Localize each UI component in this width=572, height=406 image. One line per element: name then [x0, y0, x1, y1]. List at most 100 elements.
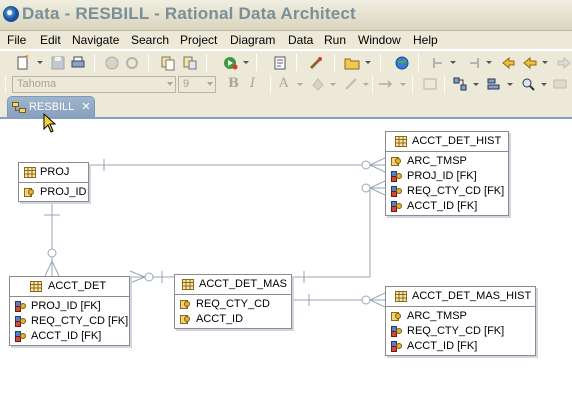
column-row[interactable]: PROJ_ID [FK]	[10, 299, 129, 314]
zoom-dropdown-icon[interactable]	[541, 83, 547, 86]
column-row[interactable]: PROJ_ID [FK]	[386, 169, 508, 184]
column-row[interactable]: ARC_TMSP	[386, 154, 508, 169]
back-dropdown-icon[interactable]	[542, 61, 548, 64]
select-all-icon[interactable]	[422, 76, 438, 92]
font-name-value: Tahoma	[17, 78, 57, 90]
chevron-down-icon	[167, 82, 173, 86]
prev-annotation-dropdown-icon[interactable]	[486, 61, 492, 64]
font-name-combo[interactable]: Tahoma	[12, 76, 176, 93]
fill-color-icon[interactable]	[310, 76, 326, 92]
menu-help[interactable]: Help	[413, 33, 438, 47]
menu-window[interactable]: Window	[358, 33, 401, 47]
align-dropdown-icon[interactable]	[507, 83, 513, 86]
foreign-key-icon	[391, 201, 402, 212]
entity-acct-det[interactable]: ACCT_DET PROJ_ID [FK] REQ_CTY_CD [FK] AC…	[9, 276, 130, 346]
next-annotation-dropdown-icon[interactable]	[450, 61, 456, 64]
arrange-all-icon[interactable]	[452, 76, 468, 92]
column-row[interactable]: ACCT_ID [FK]	[10, 329, 129, 344]
open-dropdown-icon[interactable]	[365, 61, 371, 64]
more-tools-icon[interactable]	[552, 76, 568, 92]
column-label: REQ_CTY_CD [FK]	[31, 315, 129, 327]
line-color-icon[interactable]	[343, 76, 359, 92]
copy-model-icon[interactable]	[160, 55, 176, 71]
relationship-acct-det-mas-acct-det-hist	[292, 180, 386, 283]
close-icon[interactable]: ✕	[80, 100, 92, 114]
window-title: Data - RESBILL - Rational Data Architect	[22, 4, 356, 23]
column-row[interactable]: ACCT_ID	[175, 312, 291, 327]
task-icon[interactable]	[272, 55, 288, 71]
column-label: REQ_CTY_CD [FK]	[407, 325, 505, 337]
line-style-dropdown-icon[interactable]	[400, 83, 406, 86]
column-row[interactable]: REQ_CTY_CD	[175, 297, 291, 312]
column-row[interactable]: REQ_CTY_CD [FK]	[10, 314, 129, 329]
print-icon[interactable]	[70, 55, 86, 71]
column-label: ACCT_ID [FK]	[407, 340, 478, 352]
column-row[interactable]: PROJ_ID	[19, 185, 88, 200]
title-bar: Data - RESBILL - Rational Data Architect	[0, 0, 572, 31]
zoom-icon[interactable]	[520, 76, 536, 92]
column-label: ACCT_ID [FK]	[407, 200, 478, 212]
toolbar-separator	[412, 76, 413, 93]
font-color-dropdown-icon[interactable]	[297, 83, 303, 86]
toolbar-separator	[296, 54, 297, 71]
menu-project[interactable]: Project	[180, 33, 217, 47]
entity-acct-det-hist[interactable]: ACCT_DET_HIST ARC_TMSP PROJ_ID [FK] REQ_…	[385, 131, 509, 216]
entity-name: ACCT_DET_MAS_HIST	[412, 290, 532, 302]
table-icon	[395, 291, 407, 302]
diagram-icon	[12, 102, 26, 113]
arrange-dropdown-icon[interactable]	[473, 83, 479, 86]
layout-icon[interactable]	[104, 55, 120, 71]
column-row[interactable]: ACCT_ID [FK]	[386, 199, 508, 214]
bold-button[interactable]: B	[228, 76, 239, 91]
save-icon[interactable]	[50, 55, 66, 71]
next-annotation-icon[interactable]	[430, 55, 446, 71]
column-label: REQ_CTY_CD	[196, 298, 270, 310]
column-row[interactable]: ARC_TMSP	[386, 309, 535, 324]
relationship-acct-det-mas-acct-det-mas-hist	[292, 292, 386, 308]
line-style-icon[interactable]	[378, 76, 394, 92]
run-dropdown-icon[interactable]	[243, 61, 249, 64]
entity-acct-det-mas[interactable]: ACCT_DET_MAS REQ_CTY_CD ACCT_ID	[174, 274, 292, 329]
font-color-button[interactable]: A	[279, 76, 288, 91]
entity-proj[interactable]: PROJ PROJ_ID	[18, 162, 89, 202]
column-row[interactable]: REQ_CTY_CD [FK]	[386, 184, 508, 199]
foreign-key-icon	[391, 326, 402, 337]
compare-icon[interactable]	[182, 55, 198, 71]
forward-icon[interactable]	[556, 55, 572, 71]
diagram-canvas[interactable]: PROJ PROJ_ID ACCT_DET PROJ_ID [FK] REQ_C…	[0, 119, 572, 406]
foreign-key-icon	[15, 301, 26, 312]
column-row[interactable]: REQ_CTY_CD [FK]	[386, 324, 535, 339]
back-icon[interactable]	[522, 55, 538, 71]
last-edit-icon[interactable]	[500, 55, 516, 71]
foreign-key-icon	[391, 171, 402, 182]
fill-color-dropdown-icon[interactable]	[330, 83, 336, 86]
entity-name: ACCT_DET_HIST	[412, 135, 502, 147]
editor-tab-bar: RESBILL ✕	[0, 96, 572, 118]
menu-navigate[interactable]: Navigate	[72, 33, 119, 47]
relationship-proj-acct-det-hist	[89, 157, 386, 173]
connect-icon[interactable]	[308, 55, 324, 71]
font-size-combo[interactable]: 9	[178, 76, 216, 93]
prev-annotation-icon[interactable]	[466, 55, 482, 71]
line-color-dropdown-icon[interactable]	[363, 83, 369, 86]
globe-icon[interactable]	[394, 55, 410, 71]
menu-data[interactable]: Data	[288, 33, 313, 47]
new-dropdown-icon[interactable]	[37, 61, 43, 64]
run-icon[interactable]	[222, 55, 238, 71]
column-label: PROJ_ID [FK]	[407, 170, 477, 182]
menu-edit[interactable]: Edit	[40, 33, 61, 47]
menu-search[interactable]: Search	[131, 33, 169, 47]
column-row[interactable]: ACCT_ID [FK]	[386, 339, 535, 354]
open-folder-icon[interactable]	[344, 55, 360, 71]
column-label: REQ_CTY_CD [FK]	[407, 185, 505, 197]
font-size-value: 9	[183, 78, 190, 90]
menu-diagram[interactable]: Diagram	[230, 33, 275, 47]
italic-button[interactable]: I	[250, 76, 255, 91]
refresh-icon[interactable]	[124, 55, 140, 71]
menu-file[interactable]: File	[7, 33, 26, 47]
new-icon[interactable]	[15, 55, 31, 71]
menu-run[interactable]: Run	[324, 33, 346, 47]
mouse-cursor-icon	[43, 113, 57, 133]
align-icon[interactable]	[486, 76, 502, 92]
entity-acct-det-mas-hist[interactable]: ACCT_DET_MAS_HIST ARC_TMSP REQ_CTY_CD [F…	[385, 286, 536, 356]
